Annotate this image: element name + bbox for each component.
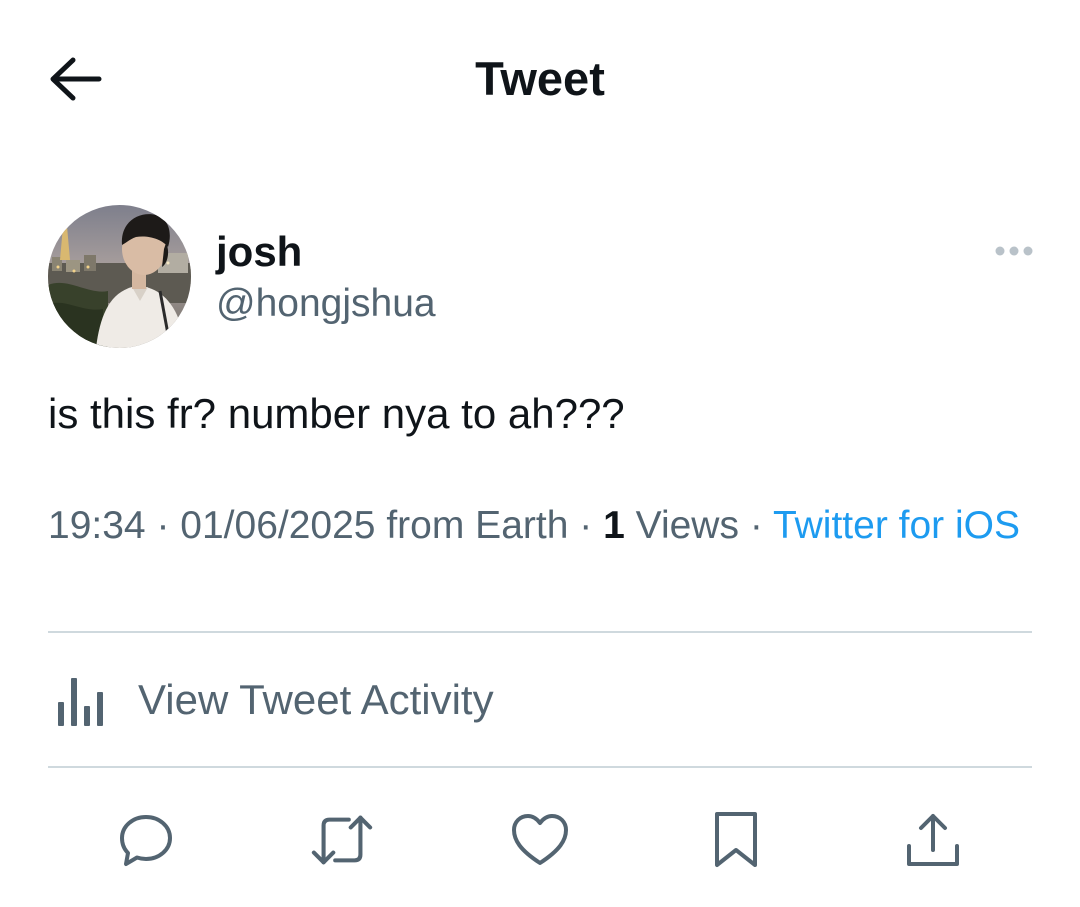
tweet-date[interactable]: 01/06/2025 [180,504,375,547]
meta-separator: · [156,504,170,547]
tweet-time[interactable]: 19:34 [48,504,146,547]
view-tweet-activity-button[interactable]: View Tweet Activity [48,633,1032,766]
profile-photo [48,205,191,348]
page-title: Tweet [475,52,605,105]
views-count: 1 [603,504,625,547]
meta-separator: · [749,504,763,547]
like-icon [512,814,568,865]
avatar[interactable] [48,205,191,348]
views-label: Views [635,504,739,547]
more-button[interactable] [990,236,1038,266]
author-name[interactable]: josh [216,226,302,278]
source-link[interactable]: Twitter for iOS [773,504,1020,547]
share-button[interactable] [901,808,965,872]
share-icon [907,814,959,866]
reply-icon [120,815,172,866]
action-bar [0,800,1080,880]
retweet-button[interactable] [310,808,374,872]
author-handle[interactable]: @hongjshua [216,280,436,328]
analytics-icon [56,670,116,730]
top-bar: Tweet [0,0,1080,160]
tweet-meta: 19:34 · 01/06/2025 from Earth · 1 Views … [48,500,1048,552]
bookmark-button[interactable] [704,808,768,872]
reply-button[interactable] [114,808,178,872]
tweet-text: is this fr? number nya to ah??? [48,390,625,437]
bookmark-icon [715,812,757,867]
tweet-location: from Earth [386,504,569,547]
retweet-icon [311,815,373,865]
meta-separator: · [579,504,593,547]
activity-label: View Tweet Activity [138,675,494,723]
like-button[interactable] [508,808,572,872]
divider [48,766,1032,768]
more-horizontal-icon [995,246,1033,256]
